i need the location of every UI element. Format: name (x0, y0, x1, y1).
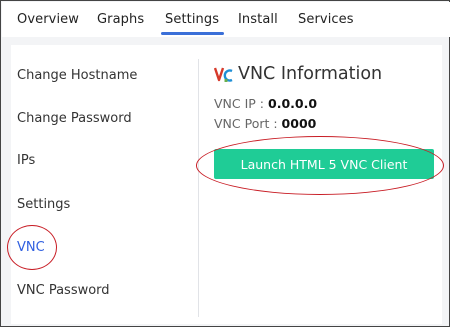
vnc-ip-label: VNC IP : (214, 96, 268, 111)
tab-graphs[interactable]: Graphs (97, 12, 144, 27)
vnc-port-value: 0000 (281, 116, 317, 131)
sidebar-divider (198, 59, 199, 317)
vnc-info-title: VNC Information (238, 64, 383, 84)
tab-install[interactable]: Install (238, 12, 278, 27)
sidebar-item-change-password[interactable]: Change Password (17, 111, 132, 126)
sidebar-item-vnc-password[interactable]: VNC Password (17, 283, 110, 298)
window-frame: Overview Graphs Settings Install Service… (0, 0, 450, 327)
vnc-port-row: VNC Port : 0000 (214, 116, 316, 131)
sidebar-item-vnc[interactable]: VNC (17, 240, 45, 255)
vnc-ip-row: VNC IP : 0.0.0.0 (214, 96, 317, 111)
tab-overview[interactable]: Overview (17, 12, 79, 27)
active-tab-indicator (161, 32, 224, 35)
sidebar-item-ips[interactable]: IPs (17, 153, 35, 168)
tab-bar: Overview Graphs Settings Install Service… (2, 2, 450, 37)
settings-panel: Change Hostname Change Password IPs Sett… (11, 45, 442, 324)
sidebar-item-change-hostname[interactable]: Change Hostname (17, 68, 137, 83)
launch-vnc-client-button[interactable]: Launch HTML 5 VNC Client (214, 149, 434, 179)
vnc-port-label: VNC Port : (214, 116, 282, 131)
sidebar-item-settings[interactable]: Settings (17, 197, 70, 212)
vnc-logo-icon (214, 67, 233, 82)
tab-services[interactable]: Services (298, 12, 354, 27)
tab-settings[interactable]: Settings (165, 12, 219, 27)
vnc-ip-value: 0.0.0.0 (268, 96, 318, 111)
